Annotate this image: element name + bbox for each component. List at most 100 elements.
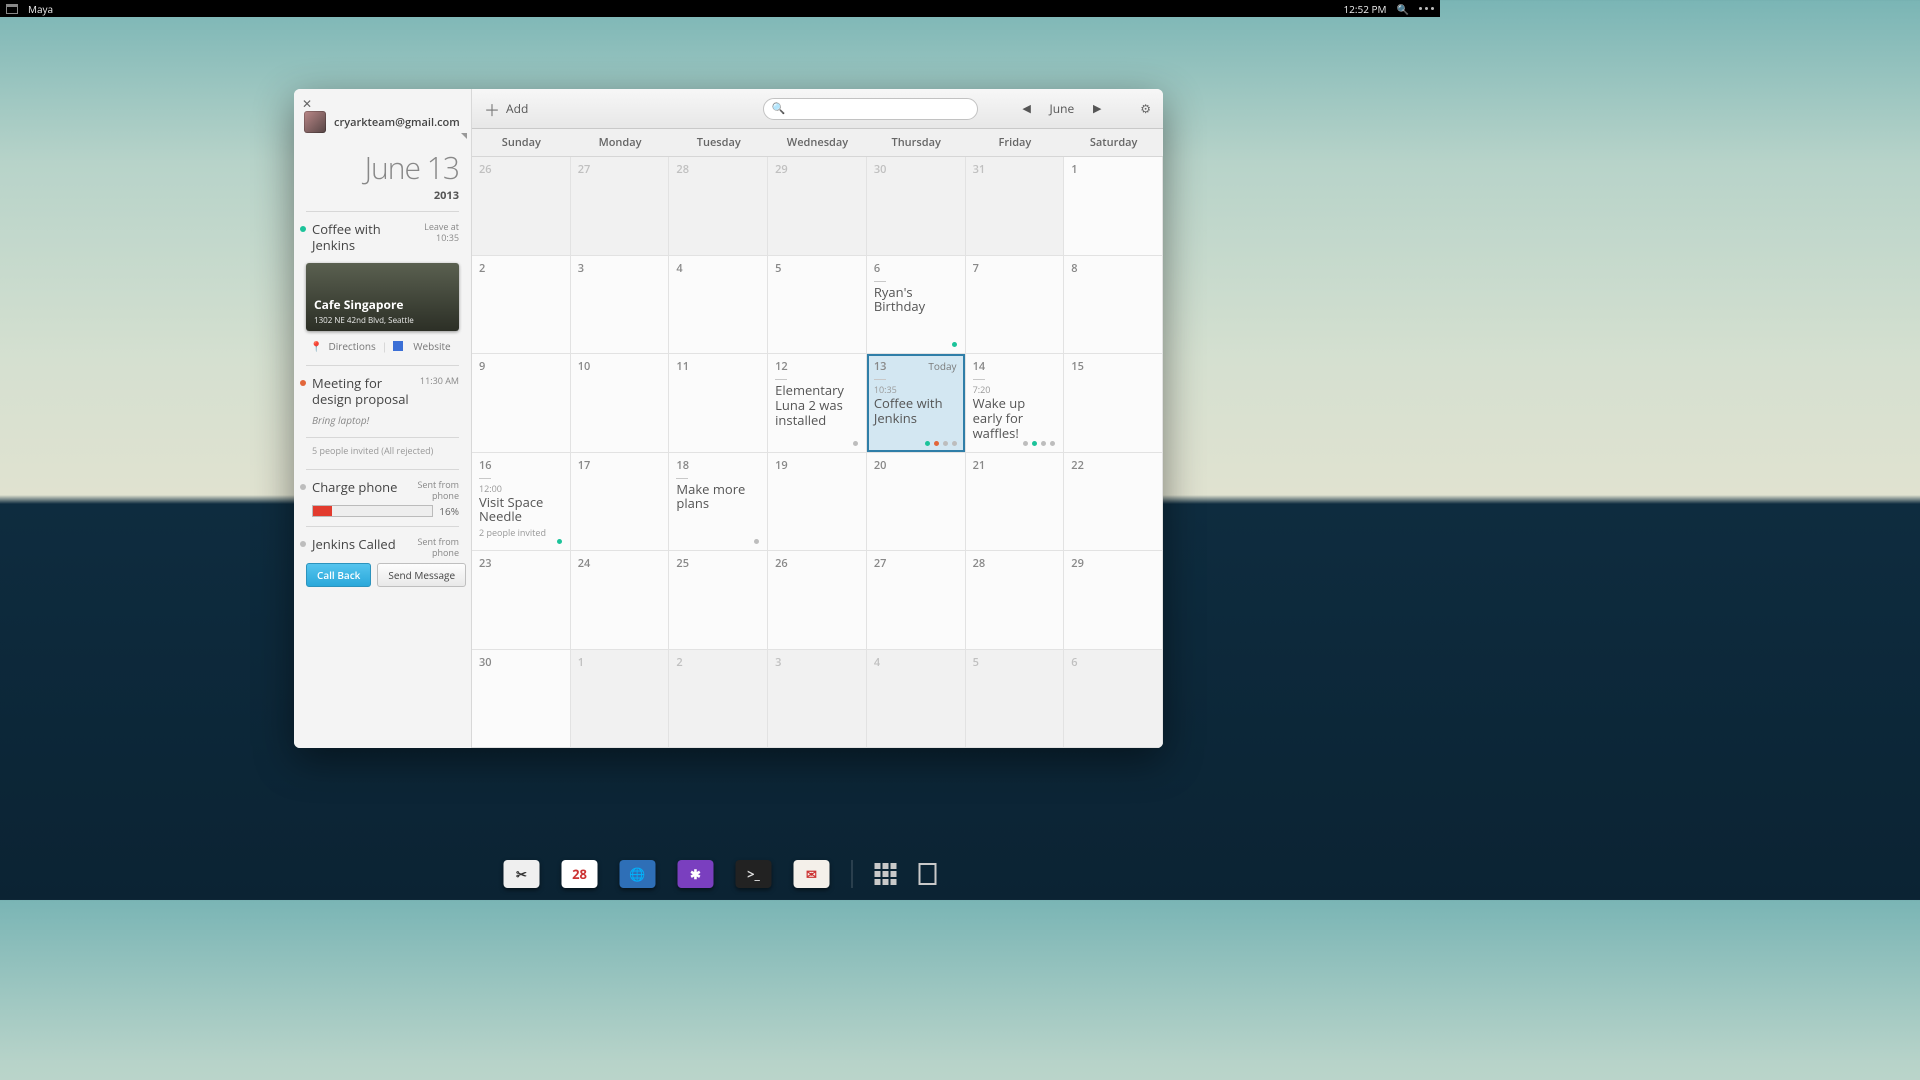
- add-label: Add: [506, 100, 528, 117]
- day-cell[interactable]: 21: [966, 453, 1065, 552]
- day-number: 21: [973, 458, 1057, 473]
- day-cell[interactable]: 4: [867, 650, 966, 749]
- day-cell[interactable]: 26: [768, 551, 867, 650]
- day-number: 26: [479, 162, 563, 177]
- event-indicator-dots: [754, 539, 759, 544]
- day-cell[interactable]: 20: [867, 453, 966, 552]
- website-link[interactable]: Website: [413, 339, 450, 353]
- active-app-name[interactable]: Maya: [28, 2, 53, 16]
- day-cell[interactable]: 1612:00Visit Space Needle2 people invite…: [472, 453, 571, 552]
- agenda-item[interactable]: Jenkins Called Sent fromphone: [294, 533, 471, 557]
- search-icon[interactable]: 🔍: [1397, 2, 1409, 16]
- place-card[interactable]: Cafe Singapore 1302 NE 42nd Blvd, Seattl…: [306, 263, 459, 331]
- day-cell[interactable]: 28: [669, 157, 768, 256]
- day-cell[interactable]: 2: [472, 256, 571, 355]
- clock[interactable]: 12:52 PM: [1343, 2, 1386, 16]
- day-cell[interactable]: 9: [472, 354, 571, 453]
- dock-app-browser[interactable]: 🌐: [620, 860, 656, 888]
- dock-app-terminal[interactable]: >_: [736, 860, 772, 888]
- dock-app-settings[interactable]: ✱: [678, 860, 714, 888]
- agenda-item[interactable]: Meeting for design proposal 11:30 AM: [294, 372, 471, 411]
- day-cell[interactable]: 147:20Wake up early for waffles!: [966, 354, 1065, 453]
- day-cell[interactable]: 13Today10:35Coffee with Jenkins: [867, 354, 966, 453]
- system-menu-icon[interactable]: [1419, 7, 1434, 10]
- day-cell[interactable]: 2: [669, 650, 768, 749]
- battery-progress: 16%: [294, 500, 471, 520]
- event-dot-icon: [300, 541, 306, 547]
- day-cell[interactable]: 22: [1064, 453, 1163, 552]
- search-input[interactable]: [785, 101, 968, 116]
- day-cell[interactable]: 29: [1064, 551, 1163, 650]
- day-number: 10: [578, 359, 662, 374]
- day-cell[interactable]: 4: [669, 256, 768, 355]
- day-cell[interactable]: 27: [571, 157, 670, 256]
- day-cell[interactable]: 18Make more plans: [669, 453, 768, 552]
- dock-app-tools[interactable]: ✂: [504, 860, 540, 888]
- agenda-title: Jenkins Called: [312, 537, 422, 553]
- day-number: 2: [676, 655, 760, 670]
- day-cell[interactable]: 5: [768, 256, 867, 355]
- prev-month-button[interactable]: ◀: [1018, 101, 1036, 116]
- day-cell[interactable]: 26: [472, 157, 571, 256]
- weekday-label: Friday: [966, 129, 1065, 156]
- day-cell[interactable]: 30: [472, 650, 571, 749]
- gear-icon[interactable]: ⚙: [1140, 100, 1151, 117]
- day-cell[interactable]: 19: [768, 453, 867, 552]
- directions-link[interactable]: Directions: [328, 339, 375, 353]
- day-cell[interactable]: 8: [1064, 256, 1163, 355]
- dock-app-mail[interactable]: ✉: [794, 860, 830, 888]
- day-cell[interactable]: 27: [867, 551, 966, 650]
- next-month-button[interactable]: ▶: [1088, 101, 1106, 116]
- day-cell[interactable]: 24: [571, 551, 670, 650]
- day-cell[interactable]: 1: [571, 650, 670, 749]
- day-cell[interactable]: 1: [1064, 157, 1163, 256]
- day-cell[interactable]: 11: [669, 354, 768, 453]
- plus-icon: ＋: [484, 97, 500, 121]
- window-list-icon[interactable]: [6, 4, 18, 14]
- day-number: 3: [775, 655, 859, 670]
- agenda-note: Bring laptop!: [294, 411, 471, 431]
- day-cell[interactable]: 7: [966, 256, 1065, 355]
- day-cell[interactable]: 30: [867, 157, 966, 256]
- day-cell[interactable]: 3: [571, 256, 670, 355]
- day-cell[interactable]: 10: [571, 354, 670, 453]
- day-number: 30: [479, 655, 563, 670]
- account-row[interactable]: cryarkteam@gmail.com: [294, 89, 471, 141]
- agenda-title: Coffee with Jenkins: [312, 222, 422, 253]
- agenda-item[interactable]: Coffee with Jenkins Leave at10:35: [294, 218, 471, 257]
- agenda-item[interactable]: Charge phone Sent fromphone: [294, 476, 471, 500]
- day-cell[interactable]: 29: [768, 157, 867, 256]
- day-cell[interactable]: 12Elementary Luna 2 was installed: [768, 354, 867, 453]
- day-cell[interactable]: 6Ryan's Birthday: [867, 256, 966, 355]
- day-cell[interactable]: 5: [966, 650, 1065, 749]
- day-number: 1: [1071, 162, 1155, 177]
- day-cell[interactable]: 25: [669, 551, 768, 650]
- workspace-switcher-icon[interactable]: [875, 863, 897, 885]
- month-label[interactable]: June: [1046, 100, 1079, 117]
- account-dropdown-icon[interactable]: [461, 133, 467, 139]
- agenda-title: Charge phone: [312, 480, 422, 496]
- day-cell[interactable]: 17: [571, 453, 670, 552]
- day-number: 23: [479, 556, 563, 571]
- search-field[interactable]: 🔍: [763, 98, 978, 120]
- day-cell[interactable]: 28: [966, 551, 1065, 650]
- day-cell[interactable]: 15: [1064, 354, 1163, 453]
- dock: ✂ 28 🌐 ✱ >_ ✉: [484, 854, 957, 894]
- day-number: 11: [676, 359, 760, 374]
- day-cell[interactable]: 31: [966, 157, 1065, 256]
- dock-app-calendar[interactable]: 28: [562, 860, 598, 888]
- day-cell[interactable]: 6: [1064, 650, 1163, 749]
- weekday-label: Saturday: [1064, 129, 1163, 156]
- event-indicator-dots: [1023, 441, 1055, 446]
- event-title: Coffee with Jenkins: [874, 396, 958, 426]
- day-cell[interactable]: 3: [768, 650, 867, 749]
- day-number: 3: [578, 261, 662, 276]
- day-cell[interactable]: 23: [472, 551, 571, 650]
- day-number: 5: [775, 261, 859, 276]
- event-subtext: 2 people invited: [479, 526, 563, 539]
- add-event-button[interactable]: ＋ Add: [484, 97, 528, 121]
- send-message-button[interactable]: Send Message: [377, 563, 466, 587]
- day-number: 8: [1071, 261, 1155, 276]
- call-back-button[interactable]: Call Back: [306, 563, 371, 587]
- new-document-icon[interactable]: [919, 863, 937, 885]
